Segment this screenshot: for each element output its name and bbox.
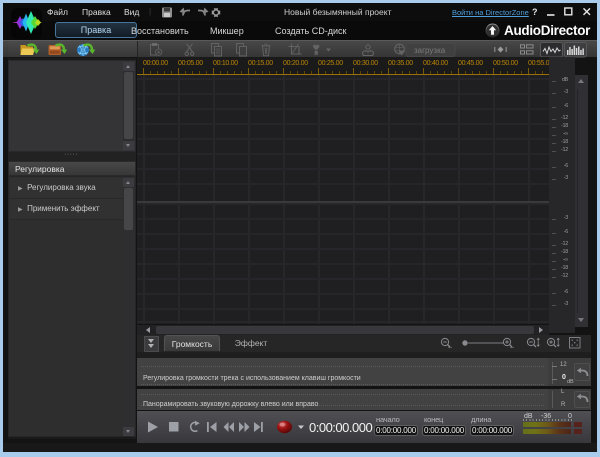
svg-text:загрузка: загрузка — [414, 46, 446, 55]
